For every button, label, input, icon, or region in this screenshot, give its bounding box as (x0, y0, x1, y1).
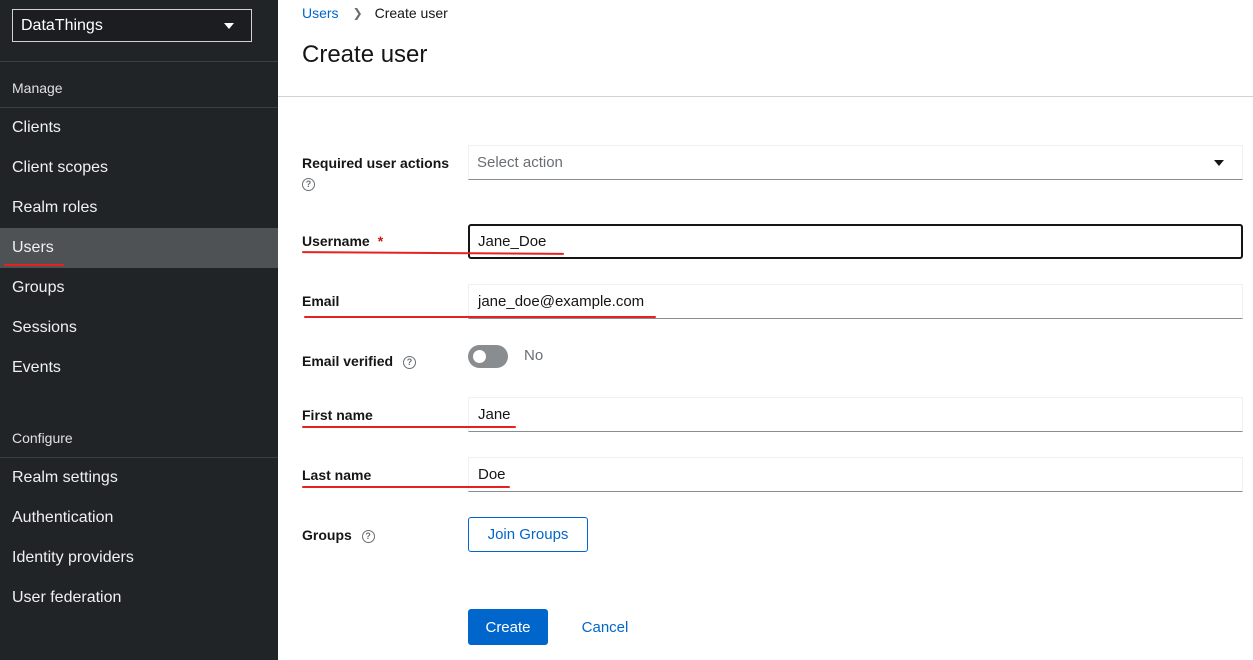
sidebar-item-user-federation[interactable]: User federation (0, 578, 278, 618)
page-title: Create user (302, 41, 428, 68)
help-icon[interactable]: ? (402, 355, 416, 369)
sidebar-item-clients[interactable]: Clients (0, 108, 278, 148)
sidebar-item-realm-roles[interactable]: Realm roles (0, 188, 278, 228)
annotation-underline (4, 264, 64, 266)
toggle-knob (473, 350, 486, 363)
sidebar-item-label: Identity providers (12, 549, 134, 566)
sidebar-item-groups[interactable]: Groups (0, 268, 278, 308)
sidebar-item-label: Client scopes (12, 159, 109, 176)
last-name-field[interactable]: Doe (468, 457, 1243, 492)
sidebar-item-label: Clients (12, 119, 61, 136)
first-name-field[interactable]: Jane (468, 397, 1243, 432)
email-verified-label-text: Email verified (302, 353, 394, 369)
first-name-value: Jane (478, 406, 511, 423)
username-label: Username * (302, 233, 383, 249)
sidebar-item-label: Realm roles (12, 199, 98, 216)
email-verified-toggle[interactable] (468, 345, 508, 368)
divider (0, 61, 278, 62)
sidebar-item-text: Users (12, 239, 54, 256)
email-verified-label: Email verified ? (302, 353, 416, 369)
annotation-underline (302, 486, 510, 488)
username-label-text: Username (302, 233, 370, 249)
create-button[interactable]: Create (468, 609, 548, 645)
chevron-down-icon (1214, 160, 1224, 166)
email-verified-state: No (524, 347, 544, 364)
section-title-manage: Manage (12, 80, 63, 96)
required-indicator: * (377, 233, 384, 249)
header-divider (278, 96, 1253, 97)
sidebar: DataThings Manage Clients Client scopes … (0, 0, 278, 660)
help-icon[interactable]: ? (361, 529, 375, 543)
chevron-right-icon: ❯ (352, 6, 363, 20)
breadcrumb-current: Create user (374, 5, 448, 21)
sidebar-item-client-scopes[interactable]: Client scopes (0, 148, 278, 188)
realm-name: DataThings (21, 16, 103, 34)
join-groups-button[interactable]: Join Groups (468, 517, 588, 552)
email-label: Email (302, 293, 340, 309)
sidebar-item-label: Events (12, 359, 61, 376)
chevron-down-icon (224, 23, 234, 29)
required-actions-placeholder: Select action (477, 154, 563, 171)
annotation-underline (301, 251, 565, 255)
sidebar-item-label: Realm settings (12, 469, 118, 486)
required-actions-label: Required user actions ? (302, 155, 449, 191)
required-actions-label-text: Required user actions (302, 155, 450, 171)
sidebar-item-label: Authentication (12, 509, 114, 526)
last-name-value: Doe (478, 466, 506, 483)
last-name-label: Last name (302, 467, 372, 483)
sidebar-item-identity-providers[interactable]: Identity providers (0, 538, 278, 578)
help-icon[interactable]: ? (302, 178, 315, 191)
sidebar-item-sessions[interactable]: Sessions (0, 308, 278, 348)
sidebar-item-authentication[interactable]: Authentication (0, 498, 278, 538)
email-value: jane_doe@example.com (478, 293, 645, 310)
annotation-underline (302, 426, 516, 428)
email-field[interactable]: jane_doe@example.com (468, 284, 1243, 319)
required-actions-select[interactable]: Select action (468, 145, 1243, 180)
sidebar-item-events[interactable]: Events (0, 348, 278, 388)
breadcrumb-link-users[interactable]: Users (302, 5, 339, 21)
sidebar-item-label: Sessions (12, 319, 77, 336)
sidebar-item-realm-settings[interactable]: Realm settings (0, 458, 278, 498)
groups-label: Groups ? (302, 527, 375, 543)
sidebar-item-users[interactable]: Users (0, 228, 278, 268)
section-title-configure: Configure (12, 430, 73, 446)
cancel-button[interactable]: Cancel (568, 609, 642, 645)
username-value: Jane_Doe (478, 233, 547, 250)
annotation-underline (304, 316, 656, 318)
breadcrumb: Users ❯ Create user (302, 5, 448, 21)
sidebar-item-label: Groups (12, 279, 65, 296)
username-field[interactable]: Jane_Doe (468, 224, 1243, 259)
first-name-label: First name (302, 407, 373, 423)
groups-label-text: Groups (302, 527, 352, 543)
sidebar-item-label: User federation (12, 589, 122, 606)
realm-selector[interactable]: DataThings (12, 9, 252, 42)
sidebar-item-label: Users (4, 239, 64, 266)
main-content: Users ❯ Create user Create user Required… (278, 0, 1253, 660)
